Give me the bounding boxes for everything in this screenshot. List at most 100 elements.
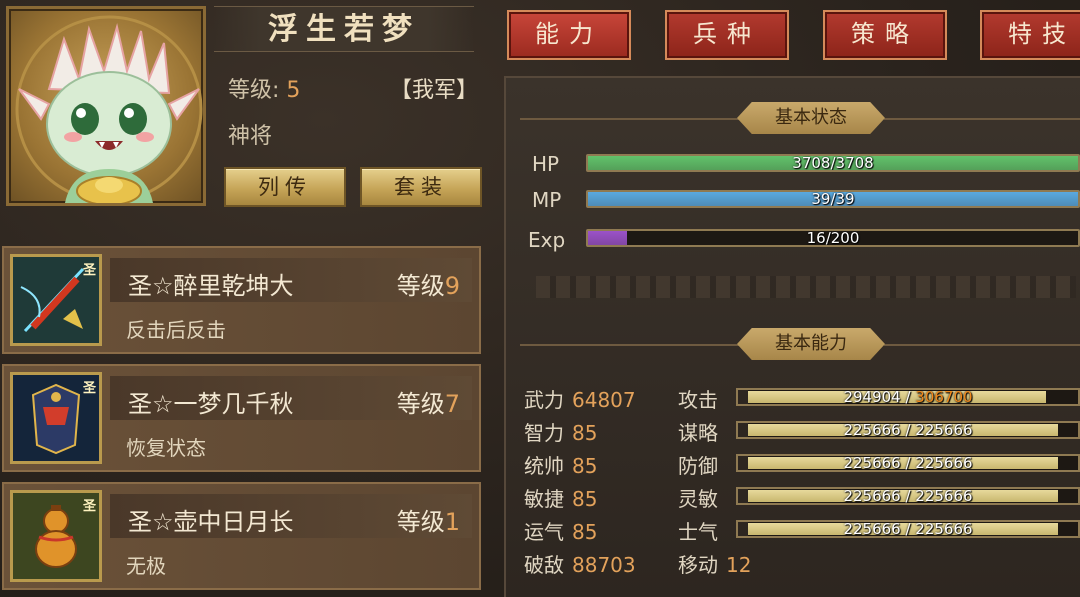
skill-level-label: 等级 xyxy=(396,272,445,300)
attr-label: 防御 xyxy=(678,454,718,478)
stat-label: 运气 xyxy=(524,520,564,544)
hero-portrait xyxy=(6,6,206,206)
stat-row: 敏捷 85 xyxy=(524,483,597,512)
attr-max: 225666 xyxy=(915,520,973,538)
attr-current: 225666 xyxy=(843,520,901,538)
skill-level: 等级9 xyxy=(397,266,460,301)
skill-level-label: 等级 xyxy=(396,390,445,418)
attr-max: 225666 xyxy=(915,421,973,439)
skill-name-bar: 圣☆壶中日月长 等级1 xyxy=(110,494,472,538)
decorative-border xyxy=(536,276,1076,298)
sword-skill-icon: 圣 xyxy=(10,254,102,346)
skill-badge: 圣 xyxy=(82,381,96,396)
attr-value: 225666 / 225666 xyxy=(738,421,1078,439)
skill-level: 等级7 xyxy=(397,384,460,419)
attr-bar: 225666 / 225666 xyxy=(736,454,1080,472)
skill-desc: 恢复状态 xyxy=(126,436,206,460)
attr-value: 294904 / 306700 xyxy=(738,388,1078,406)
tab-ability[interactable]: 能力 xyxy=(507,10,631,60)
divider xyxy=(520,118,740,120)
stat-value: 85 xyxy=(572,487,598,511)
stat-value: 85 xyxy=(572,520,598,544)
skill-level: 等级1 xyxy=(397,502,460,537)
hp-value: 3708/3708 xyxy=(792,154,874,172)
stat-value: 64807 xyxy=(572,388,636,412)
stat-row: 智力 85 xyxy=(524,417,597,446)
skill-name: 圣☆壶中日月长 xyxy=(128,508,294,536)
attr-bar: 225666 / 225666 xyxy=(736,487,1080,505)
attr-max: 306700 xyxy=(915,388,973,406)
attr-current: 225666 xyxy=(843,487,901,505)
skill-desc: 无极 xyxy=(126,554,166,578)
divider xyxy=(884,344,1080,346)
attr-label: 攻击 xyxy=(678,388,718,412)
stat-row: 武力 64807 xyxy=(524,384,636,413)
gourd-skill-icon: 圣 xyxy=(10,490,102,582)
hero-level-label: 等级: xyxy=(228,78,280,103)
hero-faction: 【我军】 xyxy=(390,78,479,103)
biography-button[interactable]: 列传 xyxy=(224,167,346,207)
attr-separator: / xyxy=(900,388,916,406)
tab-special[interactable]: 特技 xyxy=(980,10,1080,60)
divider xyxy=(884,118,1080,120)
stat-row: 统帅 85 xyxy=(524,450,597,479)
dragon-avatar-icon xyxy=(15,15,203,203)
skill-name-bar: 圣☆醉里乾坤大 等级9 xyxy=(110,258,472,302)
skill-desc: 反击后反击 xyxy=(126,318,226,342)
attr-value: 225666 / 225666 xyxy=(738,454,1078,472)
hero-title: 神将 xyxy=(228,124,273,149)
stat-value: 88703 xyxy=(572,553,636,577)
move-value: 12 xyxy=(726,553,752,577)
attr-bar: 294904 / 306700 xyxy=(736,388,1080,406)
skill-badge: 圣 xyxy=(82,263,96,278)
basic-ability-title: 基本能力 xyxy=(737,328,885,360)
hero-level-value: 5 xyxy=(286,78,301,103)
attr-bar: 225666 / 225666 xyxy=(736,520,1080,538)
skill-card[interactable]: 圣 圣☆醉里乾坤大 等级9 反击后反击 xyxy=(2,246,481,354)
tab-strategy[interactable]: 策略 xyxy=(823,10,947,60)
stat-label: 统帅 xyxy=(524,454,564,478)
hp-bar: 3708/3708 xyxy=(586,154,1080,172)
stat-label: 武力 xyxy=(524,388,564,412)
attr-label: 士气 xyxy=(678,520,718,544)
skill-name-bar: 圣☆一梦几千秋 等级7 xyxy=(110,376,472,420)
stat-row: 运气 85 xyxy=(524,516,597,545)
move-label: 移动 xyxy=(678,553,718,577)
attr-current: 294904 xyxy=(843,388,901,406)
exp-bar: 16/200 xyxy=(586,229,1080,247)
skill-level-value: 1 xyxy=(444,508,460,536)
skill-level-value: 9 xyxy=(444,272,460,300)
divider xyxy=(520,344,740,346)
hero-level: 等级: 5 xyxy=(228,72,300,104)
exp-value: 16/200 xyxy=(806,229,860,247)
mp-label: MP xyxy=(532,188,562,212)
move-stat: 移动 12 xyxy=(678,549,751,578)
skill-level-label: 等级 xyxy=(396,508,445,536)
attr-label: 灵敏 xyxy=(678,487,718,511)
attr-value: 225666 / 225666 xyxy=(738,487,1078,505)
attr-current: 225666 xyxy=(843,421,901,439)
attr-separator: / xyxy=(900,487,916,505)
attr-label: 谋略 xyxy=(678,421,718,445)
stat-value: 85 xyxy=(572,454,598,478)
tab-troops[interactable]: 兵种 xyxy=(665,10,789,60)
skill-card[interactable]: 圣 圣☆一梦几千秋 等级7 恢复状态 xyxy=(2,364,481,472)
exp-label: Exp xyxy=(528,228,566,252)
stat-row: 破敌 88703 xyxy=(524,549,636,578)
attr-bar: 225666 / 225666 xyxy=(736,421,1080,439)
skill-card[interactable]: 圣 圣☆壶中日月长 等级1 无极 xyxy=(2,482,481,590)
skill-name: 圣☆醉里乾坤大 xyxy=(128,272,294,300)
attr-max: 225666 xyxy=(915,487,973,505)
basic-status-title: 基本状态 xyxy=(737,102,885,134)
attr-separator: / xyxy=(900,454,916,472)
stat-value: 85 xyxy=(572,421,598,445)
attr-value: 225666 / 225666 xyxy=(738,520,1078,538)
armor-skill-icon: 圣 xyxy=(10,372,102,464)
attr-separator: / xyxy=(900,520,916,538)
attr-current: 225666 xyxy=(843,454,901,472)
skill-badge: 圣 xyxy=(82,499,96,514)
attr-separator: / xyxy=(900,421,916,439)
hp-label: HP xyxy=(532,152,560,176)
mp-bar: 39/39 xyxy=(586,190,1080,208)
outfit-button[interactable]: 套装 xyxy=(360,167,482,207)
